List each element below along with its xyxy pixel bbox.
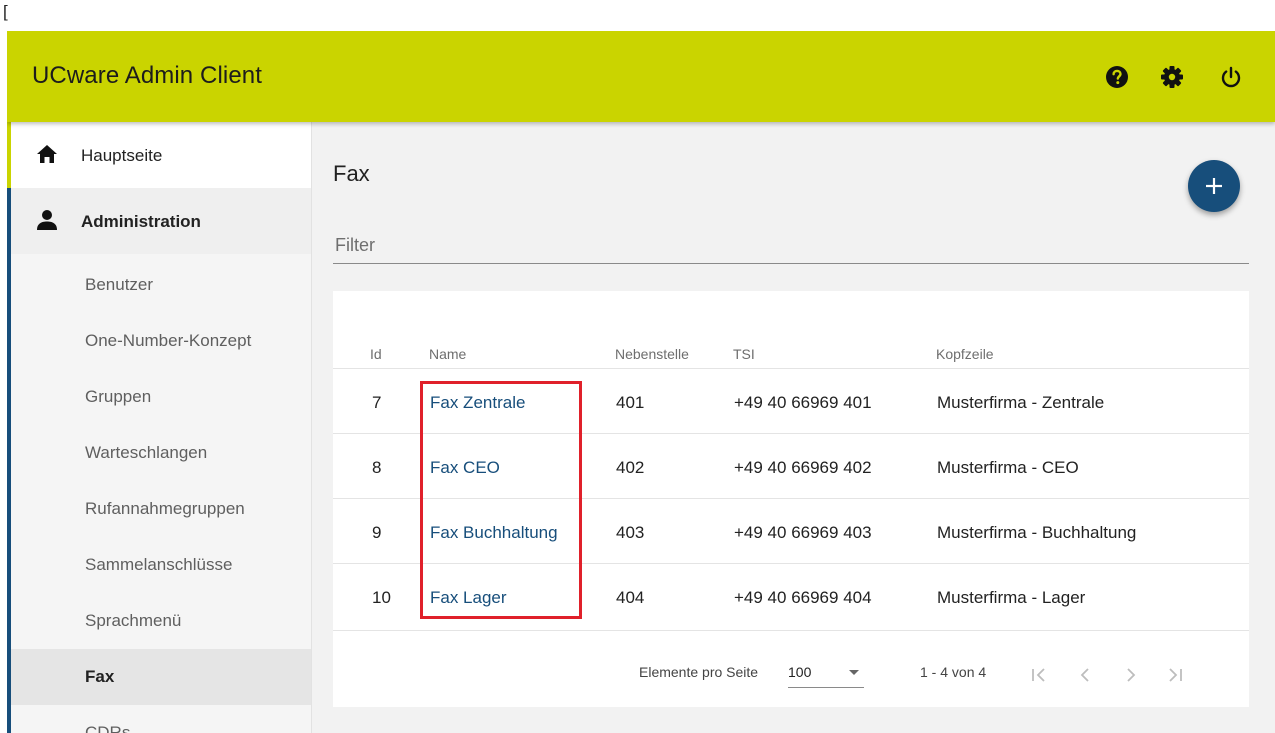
sidebar-item-benutzer[interactable]: Benutzer — [11, 257, 311, 313]
cell-id: 7 — [372, 393, 382, 412]
cell-extension: 404 — [616, 588, 645, 607]
sidebar-item-label: Fax — [85, 667, 115, 686]
items-per-page-select[interactable]: 100 — [788, 659, 864, 688]
sidebar: Hauptseite Administration Benutzer One-N… — [7, 122, 312, 733]
cell-tsi: +49 40 66969 404 — [734, 588, 872, 607]
chevron-left-icon — [1080, 668, 1089, 682]
items-per-page-value: 100 — [788, 664, 812, 680]
column-header-name[interactable]: Name — [429, 346, 466, 362]
nav-administration[interactable]: Administration — [7, 188, 311, 254]
gear-icon[interactable] — [1159, 64, 1185, 90]
column-header-kopfzeile[interactable]: Kopfzeile — [936, 346, 994, 362]
sidebar-item-one-number-konzept[interactable]: One-Number-Konzept — [11, 313, 311, 369]
power-icon[interactable] — [1218, 64, 1244, 90]
filter-field — [333, 227, 1249, 264]
highlight-box — [420, 381, 582, 619]
cell-header: Musterfirma - Zentrale — [937, 393, 1105, 412]
cell-id: 8 — [372, 458, 382, 477]
next-page-button[interactable] — [1119, 663, 1143, 687]
cell-id: 9 — [372, 523, 382, 542]
nav-administration-label: Administration — [81, 212, 201, 231]
app-title: UCware Admin Client — [32, 62, 262, 89]
chevron-down-icon — [849, 670, 859, 675]
cell-tsi: +49 40 66969 401 — [734, 393, 872, 412]
sidebar-item-gruppen[interactable]: Gruppen — [11, 369, 311, 425]
cell-extension: 402 — [616, 458, 645, 477]
column-header-tsi[interactable]: TSI — [733, 346, 755, 362]
nav-home-accent — [7, 122, 11, 188]
sidebar-item-label: Warteschlangen — [85, 443, 208, 462]
sidebar-item-fax[interactable]: Fax — [11, 649, 311, 705]
help-icon[interactable] — [1104, 64, 1130, 90]
first-page-button[interactable] — [1027, 663, 1051, 687]
sidebar-item-sammelanschluesse[interactable]: Sammelanschlüsse — [11, 537, 311, 593]
sidebar-item-label: Rufannahmegruppen — [85, 499, 245, 518]
sidebar-item-label: Sammelanschlüsse — [85, 555, 233, 574]
add-fax-button[interactable] — [1188, 160, 1240, 212]
sidebar-item-label: CDRs — [85, 723, 131, 733]
sidebar-item-label: Sprachmenü — [85, 611, 182, 630]
cell-tsi: +49 40 66969 403 — [734, 523, 872, 542]
bracket-glyph: [ — [3, 2, 8, 21]
admin-client-window: UCware Admin Client Hauptseite Administr… — [7, 31, 1275, 733]
cell-header: Musterfirma - CEO — [937, 458, 1079, 477]
sidebar-item-label: Gruppen — [85, 387, 152, 406]
nav-home[interactable]: Hauptseite — [7, 122, 311, 188]
cell-id: 10 — [372, 588, 391, 607]
plus-icon — [1206, 178, 1222, 194]
cell-header: Musterfirma - Buchhaltung — [937, 523, 1137, 542]
page-title: Fax — [333, 161, 370, 186]
first-page-icon — [1032, 668, 1045, 682]
cell-extension: 401 — [616, 393, 645, 412]
nav-home-label: Hauptseite — [81, 146, 163, 165]
home-icon — [36, 144, 58, 169]
sidebar-item-label: One-Number-Konzept — [85, 331, 252, 350]
cell-tsi: +49 40 66969 402 — [734, 458, 872, 477]
chevron-right-icon — [1127, 668, 1136, 682]
previous-page-button[interactable] — [1073, 663, 1097, 687]
last-page-icon — [1169, 668, 1182, 682]
sidebar-item-label: Benutzer — [85, 275, 154, 294]
last-page-button[interactable] — [1163, 663, 1187, 687]
cell-header: Musterfirma - Lager — [937, 588, 1086, 607]
cell-extension: 403 — [616, 523, 645, 542]
sidebar-item-rufannahmegruppen[interactable]: Rufannahmegruppen — [11, 481, 311, 537]
fax-table-card: Id Name Nebenstelle TSI Kopfzeile 7 Fax … — [333, 291, 1249, 707]
paginator-divider — [333, 630, 1249, 631]
top-bar: UCware Admin Client — [7, 31, 1275, 122]
sidebar-item-warteschlangen[interactable]: Warteschlangen — [11, 425, 311, 481]
sidebar-item-cdrs[interactable]: CDRs — [11, 705, 311, 733]
sidebar-item-sprachmenue[interactable]: Sprachmenü — [11, 593, 311, 649]
person-icon — [37, 209, 57, 236]
page-range-label: 1 - 4 von 4 — [920, 664, 987, 680]
column-header-id[interactable]: Id — [370, 346, 382, 362]
column-header-nebenstelle[interactable]: Nebenstelle — [615, 346, 689, 362]
filter-input[interactable] — [333, 231, 1247, 259]
items-per-page-label: Elemente pro Seite — [639, 664, 759, 680]
